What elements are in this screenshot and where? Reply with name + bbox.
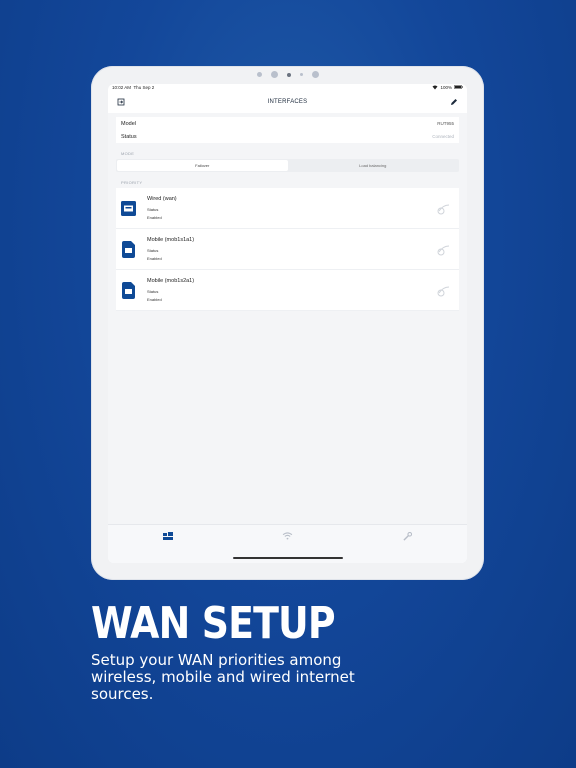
wifi-status-icon — [432, 85, 438, 91]
interface-status-label: Status — [147, 207, 159, 212]
tab-bar — [108, 524, 467, 563]
interface-status-value: Enabled — [147, 256, 162, 261]
tablet-frame: 10:02 AM Thu Sep 2 100% INTERFACES Model… — [91, 66, 484, 580]
status-value: Connected — [432, 134, 454, 139]
camera-bar — [91, 71, 484, 78]
interface-name: Wired (wan) — [147, 196, 177, 202]
status-date: Thu Sep 2 — [133, 85, 155, 90]
model-value: RUT955 — [437, 121, 454, 126]
logout-icon — [117, 98, 125, 106]
priority-section-label: PRIORITY — [121, 180, 143, 185]
sim-card-icon — [121, 240, 136, 258]
hero-title: WAN SETUP — [91, 598, 336, 649]
battery-percent: 100% — [440, 85, 452, 90]
tab-tools[interactable] — [401, 531, 413, 541]
interfaces-list: Wired (wan) Status Enabled Mobile (mob1s… — [116, 188, 459, 311]
logout-button[interactable] — [116, 97, 126, 107]
pencil-icon — [451, 99, 457, 105]
page-title: INTERFACES — [267, 99, 308, 105]
interface-status-value: Enabled — [147, 215, 162, 220]
mode-option-load-balancing[interactable]: Load balancing — [288, 160, 459, 171]
interfaces-icon — [162, 532, 173, 540]
drag-handle-icon[interactable] — [435, 283, 451, 297]
tab-interfaces[interactable] — [162, 531, 174, 541]
status-time: 10:02 AM — [112, 85, 132, 90]
wifi-icon — [282, 532, 293, 540]
model-label: Model — [121, 120, 136, 127]
mode-option-failover[interactable]: Failover — [117, 160, 288, 171]
battery-icon — [454, 85, 463, 90]
status-row: Status Connected — [116, 130, 459, 143]
list-item[interactable]: Mobile (mob1s1a1) Status Enabled — [116, 229, 459, 270]
nav-bar: INTERFACES — [108, 91, 467, 113]
interface-status-label: Status — [147, 289, 159, 294]
sim-card-icon — [121, 281, 136, 299]
list-item[interactable]: Mobile (mob1s2a1) Status Enabled — [116, 270, 459, 311]
interface-status-value: Enabled — [147, 297, 162, 302]
drag-handle-icon[interactable] — [435, 201, 451, 215]
interface-name: Mobile (mob1s2a1) — [147, 278, 195, 284]
edit-button[interactable] — [449, 97, 459, 107]
home-indicator[interactable] — [232, 557, 343, 559]
list-item[interactable]: Wired (wan) Status Enabled — [116, 188, 459, 229]
device-info-card: Model RUT955 Status Connected — [116, 117, 459, 143]
mode-segmented-control: Failover Load balancing — [116, 159, 459, 172]
hero-subtitle: Setup your WAN priorities among wireless… — [91, 651, 355, 703]
content-area: Model RUT955 Status Connected MODE Failo… — [108, 113, 467, 531]
status-bar: 10:02 AM Thu Sep 2 100% — [108, 84, 467, 91]
status-label: Status — [121, 133, 137, 140]
app-screen: 10:02 AM Thu Sep 2 100% INTERFACES Model… — [108, 84, 467, 563]
mode-section-label: MODE — [121, 151, 135, 156]
drag-handle-icon[interactable] — [435, 242, 451, 256]
interface-status-label: Status — [147, 248, 159, 253]
tools-icon — [403, 531, 412, 541]
ethernet-icon — [121, 200, 136, 217]
interface-name: Mobile (mob1s1a1) — [147, 237, 195, 243]
model-row: Model RUT955 — [116, 117, 459, 130]
tab-wireless[interactable] — [281, 531, 293, 541]
